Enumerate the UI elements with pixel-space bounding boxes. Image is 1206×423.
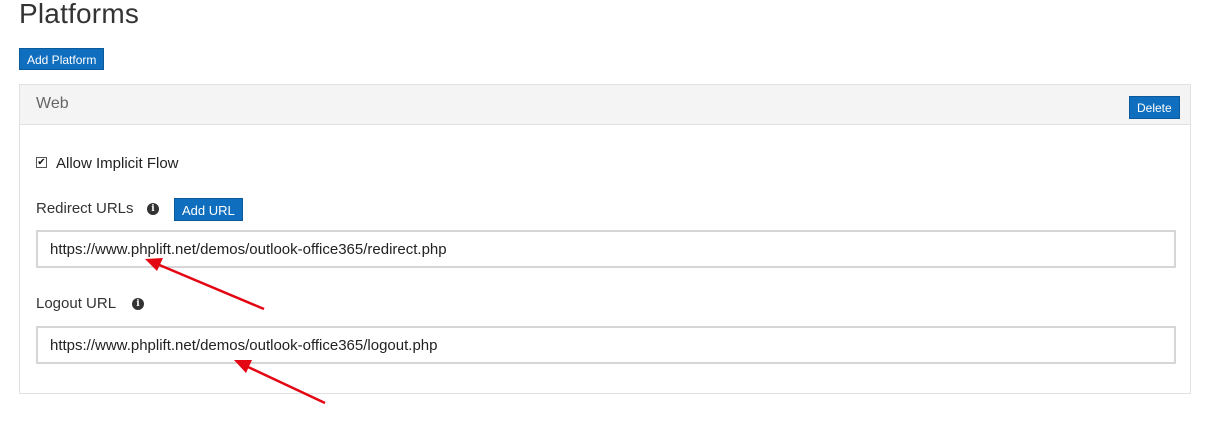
page-title: Platforms: [19, 0, 140, 29]
allow-implicit-flow-label: Allow Implicit Flow: [56, 155, 179, 172]
logout-url-label: Logout URL: [36, 295, 117, 312]
add-platform-button[interactable]: Add Platform: [19, 48, 105, 70]
platform-panel-header: Web Delete: [20, 85, 1190, 125]
platform-panel-web: Web Delete ✔ Allow Implicit Flow Redirec…: [19, 84, 1191, 394]
redirect-url-input[interactable]: [36, 230, 1176, 268]
allow-implicit-flow-checkbox[interactable]: ✔: [36, 157, 47, 168]
logout-url-input[interactable]: [36, 326, 1176, 364]
platform-name: Web: [36, 95, 69, 112]
info-icon[interactable]: i: [147, 203, 159, 215]
delete-platform-button[interactable]: Delete: [1129, 96, 1180, 119]
add-url-button[interactable]: Add URL: [174, 198, 243, 221]
redirect-urls-label: Redirect URLs: [36, 200, 134, 217]
checkmark-icon: ✔: [37, 157, 46, 168]
info-icon[interactable]: i: [132, 298, 144, 310]
